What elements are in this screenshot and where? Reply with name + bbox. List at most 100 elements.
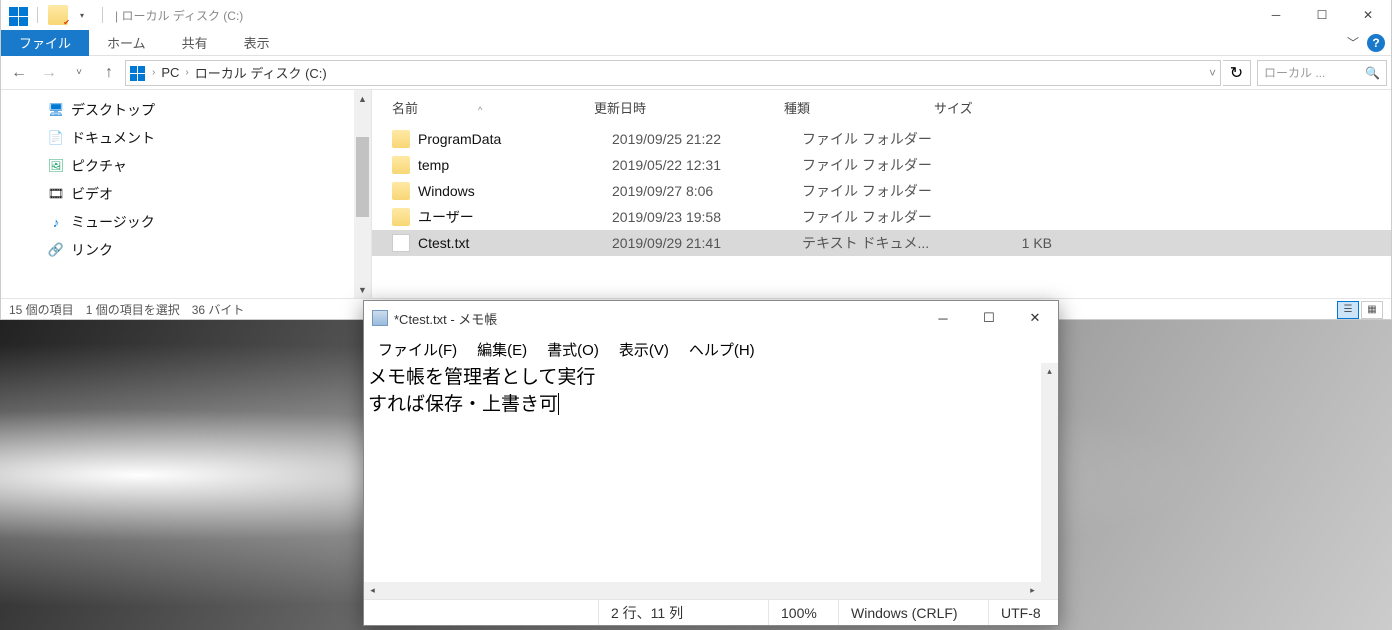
sidebar-item-pictures[interactable]: 🖼ピクチャ	[41, 152, 371, 180]
chevron-right-icon[interactable]: ›	[185, 67, 188, 78]
recent-dropdown[interactable]: ˅	[65, 59, 93, 87]
search-box[interactable]: ローカル ... 🔍	[1257, 60, 1387, 86]
menu-edit[interactable]: 編集(E)	[467, 337, 537, 362]
address-bar[interactable]: › PC › ローカル ディスク (C:) ˅	[125, 60, 1221, 86]
document-icon: 📄	[47, 130, 65, 146]
file-icon	[392, 234, 410, 252]
cell-size: 1 KB	[952, 235, 1072, 251]
explorer-titlebar[interactable]: ✔ ▾ | ローカル ディスク (C:) ─ ☐ ✕	[1, 0, 1391, 30]
column-size[interactable]: サイズ	[934, 98, 1054, 117]
sidebar-item-label: デスクトップ	[71, 100, 155, 120]
cell-date: 2019/09/27 8:06	[612, 183, 802, 199]
sort-indicator-icon: ^	[478, 105, 482, 115]
resize-grip[interactable]	[1041, 582, 1058, 599]
editor-line: すれば保存・上書き可	[368, 392, 1054, 419]
column-name[interactable]: 名前^	[374, 98, 594, 117]
ribbon: ファイル ホーム 共有 表示 ﹀ ?	[1, 30, 1391, 56]
notepad-titlebar[interactable]: *Ctest.txt - メモ帳 ─ ☐ ✕	[364, 301, 1058, 335]
close-button[interactable]: ✕	[1012, 302, 1058, 334]
sidebar-item-desktop[interactable]: 🖥デスクトップ	[41, 96, 371, 124]
navigation-bar: ← → ˅ ↑ › PC › ローカル ディスク (C:) ˅ ↻ ローカル .…	[1, 56, 1391, 90]
menu-help[interactable]: ヘルプ(H)	[679, 337, 765, 362]
chevron-down-icon[interactable]: ﹀	[1347, 34, 1359, 51]
close-button[interactable]: ✕	[1345, 0, 1391, 30]
column-date[interactable]: 更新日時	[594, 98, 784, 117]
menu-view[interactable]: 表示(V)	[609, 337, 679, 362]
breadcrumb-pc[interactable]: PC	[161, 65, 179, 80]
notepad-title: *Ctest.txt - メモ帳	[394, 309, 920, 328]
up-button[interactable]: ↑	[95, 59, 123, 87]
ribbon-tab-share[interactable]: 共有	[164, 29, 226, 56]
explorer-window: ✔ ▾ | ローカル ディスク (C:) ─ ☐ ✕ ファイル ホーム 共有 表…	[0, 0, 1392, 320]
scroll-up-icon[interactable]: ▴	[1041, 363, 1058, 380]
sidebar-item-videos[interactable]: 🎞ビデオ	[41, 180, 371, 208]
search-placeholder: ローカル ...	[1264, 64, 1325, 81]
sidebar-item-label: ピクチャ	[71, 156, 127, 176]
file-list[interactable]: 名前^ 更新日時 種類 サイズ ProgramData2019/09/25 21…	[372, 90, 1391, 298]
cell-name: ProgramData	[418, 131, 612, 147]
cell-name: temp	[418, 157, 612, 173]
cell-date: 2019/09/25 21:22	[612, 131, 802, 147]
scroll-up-icon[interactable]: ▲	[354, 90, 371, 107]
back-button[interactable]: ←	[5, 59, 33, 87]
notepad-statusbar: 2 行、11 列 100% Windows (CRLF) UTF-8	[364, 599, 1058, 625]
sidebar-item-label: ドキュメント	[71, 128, 155, 148]
sidebar-item-label: ミュージック	[71, 212, 155, 232]
navigation-pane[interactable]: 🖥デスクトップ 📄ドキュメント 🖼ピクチャ 🎞ビデオ ♪ミュージック 🔗リンク …	[1, 90, 371, 298]
encoding: UTF-8	[988, 600, 1058, 625]
sidebar-item-links[interactable]: 🔗リンク	[41, 236, 371, 264]
folder-icon	[392, 156, 410, 174]
vertical-scrollbar[interactable]: ▴	[1041, 363, 1058, 582]
file-row[interactable]: Ctest.txt2019/09/29 21:41テキスト ドキュメ...1 K…	[372, 230, 1391, 256]
ribbon-tab-home[interactable]: ホーム	[89, 29, 164, 56]
help-icon[interactable]: ?	[1367, 34, 1385, 52]
search-icon: 🔍	[1365, 66, 1380, 80]
column-headers[interactable]: 名前^ 更新日時 種類 サイズ	[372, 90, 1391, 126]
menu-file[interactable]: ファイル(F)	[368, 337, 467, 362]
selection-size: 36 バイト	[192, 301, 245, 318]
cursor-position: 2 行、11 列	[598, 600, 768, 625]
cell-name: Ctest.txt	[418, 235, 612, 251]
cell-date: 2019/05/22 12:31	[612, 157, 802, 173]
forward-button[interactable]: →	[35, 59, 63, 87]
folder-icon	[392, 130, 410, 148]
menu-format[interactable]: 書式(O)	[537, 337, 609, 362]
sidebar-item-documents[interactable]: 📄 ドキュメント	[41, 124, 371, 152]
file-row[interactable]: ユーザー2019/09/23 19:58ファイル フォルダー	[372, 204, 1391, 230]
pinned-folder-icon[interactable]: ✔	[48, 5, 68, 25]
details-view-button[interactable]: ☰	[1337, 301, 1359, 319]
chevron-right-icon[interactable]: ›	[152, 67, 155, 78]
ribbon-file-tab[interactable]: ファイル	[1, 30, 89, 56]
scroll-right-icon[interactable]: ▸	[1024, 582, 1041, 599]
file-row[interactable]: ProgramData2019/09/25 21:22ファイル フォルダー	[372, 126, 1391, 152]
drive-icon	[130, 66, 146, 80]
ribbon-tab-view[interactable]: 表示	[226, 29, 288, 56]
file-row[interactable]: temp2019/05/22 12:31ファイル フォルダー	[372, 152, 1391, 178]
sidebar-item-music[interactable]: ♪ミュージック	[41, 208, 371, 236]
scroll-left-icon[interactable]: ◂	[364, 582, 381, 599]
cell-name: ユーザー	[418, 207, 612, 227]
cell-type: テキスト ドキュメ...	[802, 233, 952, 253]
scroll-thumb[interactable]	[356, 137, 369, 217]
selection-count: 1 個の項目を選択	[86, 301, 180, 318]
column-type[interactable]: 種類	[784, 98, 934, 117]
line-ending: Windows (CRLF)	[838, 600, 988, 625]
cell-type: ファイル フォルダー	[802, 155, 952, 175]
horizontal-scrollbar[interactable]: ◂ ▸	[364, 582, 1041, 599]
refresh-button[interactable]: ↻	[1223, 60, 1251, 86]
minimize-button[interactable]: ─	[920, 302, 966, 334]
notepad-window: *Ctest.txt - メモ帳 ─ ☐ ✕ ファイル(F) 編集(E) 書式(…	[363, 300, 1059, 626]
breadcrumb-drive[interactable]: ローカル ディスク (C:)	[195, 63, 327, 82]
maximize-button[interactable]: ☐	[1299, 0, 1345, 30]
icons-view-button[interactable]: ▦	[1361, 301, 1383, 319]
text-editor[interactable]: メモ帳を管理者として実行 すれば保存・上書き可 ▴ ◂ ▸	[364, 363, 1058, 599]
cell-type: ファイル フォルダー	[802, 129, 952, 149]
minimize-button[interactable]: ─	[1253, 0, 1299, 30]
maximize-button[interactable]: ☐	[966, 302, 1012, 334]
qat-dropdown-icon[interactable]: ▾	[72, 5, 92, 25]
file-row[interactable]: Windows2019/09/27 8:06ファイル フォルダー	[372, 178, 1391, 204]
address-dropdown-icon[interactable]: ˅	[1209, 66, 1216, 80]
cell-name: Windows	[418, 183, 612, 199]
sidebar-scrollbar[interactable]: ▲ ▼	[354, 90, 371, 298]
scroll-down-icon[interactable]: ▼	[354, 281, 371, 298]
